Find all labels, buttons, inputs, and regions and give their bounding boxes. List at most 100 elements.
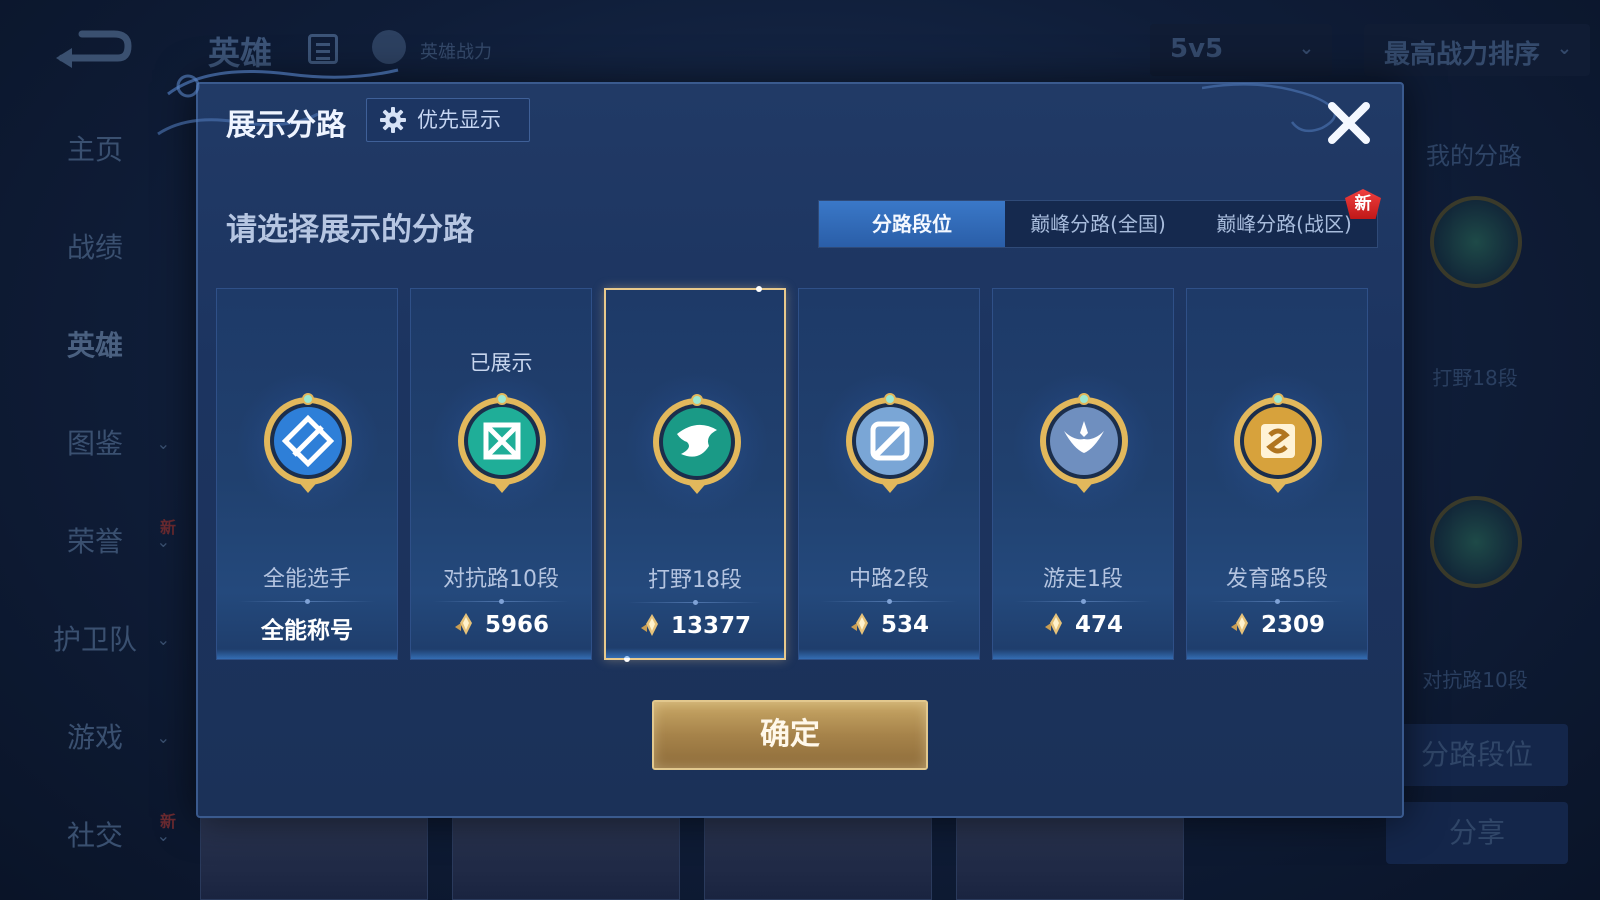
new-badge: 新 [159, 518, 176, 537]
lane-card[interactable]: 中路2段 534 [798, 288, 980, 660]
sidebar-item[interactable]: 护卫队 ⌄ [0, 610, 190, 670]
sidebar-item-label: 战绩 [66, 231, 123, 264]
priority-display-button[interactable]: 优先显示 [366, 98, 530, 142]
confirm-button[interactable]: 确定 [652, 700, 928, 770]
all-round-emblem-icon [258, 391, 358, 501]
lane-display-dialog: 展示分路 优先显示 请选择展示的分路 分路段位 巅峰分路(全国) 巅峰分路(战区) 新… [157, 68, 1404, 818]
chevron-down-icon: ⌄ [156, 630, 170, 649]
new-badge: 新 [159, 812, 176, 831]
sidebar-item-label: 护卫队 [52, 623, 137, 656]
tab-lane-2[interactable]: 巅峰分路(战区) 新 [1191, 189, 1381, 247]
lane-score: 全能称号 [217, 611, 397, 645]
lane-rank-button[interactable]: 分路段位 [1386, 724, 1568, 786]
lane-score: 534 [799, 611, 979, 645]
lane-card-list: 全能选手 全能称号 已展示 对抗路10段 5966 打野18段 13377 中路2段 534 游走… [216, 286, 1386, 662]
roam-emblem-icon [1034, 391, 1134, 501]
sidebar-item[interactable]: 荣誉 ⌄ 新 [0, 512, 190, 572]
lane-score-value: 534 [880, 612, 929, 638]
sidebar-item[interactable]: 图鉴 ⌄ [0, 414, 190, 474]
sidebar-item[interactable]: 社交 ⌄ 新 [0, 806, 190, 866]
hero-portrait[interactable] [200, 818, 428, 900]
lane-score: 474 [993, 611, 1173, 645]
share-button[interactable]: 分享 [1386, 802, 1568, 864]
jungle-emblem-icon [647, 392, 747, 502]
lane-tabs: 分路段位 巅峰分路(全国) 巅峰分路(战区) 新 [818, 189, 1381, 248]
close-icon[interactable] [1324, 98, 1374, 148]
clash-lane-emblem-icon [1430, 496, 1522, 588]
selection-dot [756, 286, 762, 292]
selection-dot [624, 656, 630, 662]
lane-name: 打野18段 [648, 568, 742, 593]
jungle-emblem-icon [1430, 196, 1522, 288]
hero-power-label[interactable]: 英雄战力 [420, 38, 492, 64]
lane-score: 13377 [606, 612, 784, 646]
sidebar-item[interactable]: 英雄 [0, 316, 190, 376]
mid-lane-emblem-icon [840, 391, 940, 501]
lane-card[interactable]: 全能选手 全能称号 [216, 288, 398, 660]
chevron-down-icon: ⌄ [1556, 38, 1572, 59]
lane-name: 发育路5段 [1226, 567, 1328, 592]
lane-card[interactable]: 发育路5段 2309 [1186, 288, 1368, 660]
divider [239, 599, 375, 604]
lane-name: 游走1段 [1043, 567, 1123, 592]
tab-lane-0[interactable]: 分路段位 [819, 201, 1005, 247]
sort-select[interactable]: 最高战力排序 ⌄ [1364, 24, 1590, 76]
dialog-title: 展示分路 [226, 108, 346, 143]
sidebar-item[interactable]: 战绩 [0, 218, 190, 278]
my-lane-label: 打野18段 [1432, 366, 1518, 390]
back-arrow-icon[interactable] [52, 26, 132, 70]
tab-label: 巅峰分路(全国) [1030, 212, 1166, 236]
lane-card[interactable]: 打野18段 13377 [604, 286, 786, 662]
select-prompt: 请选择展示的分路 [226, 212, 474, 248]
chevron-down-icon: ⌄ [156, 434, 170, 453]
divider [1209, 599, 1345, 604]
sidebar-item[interactable]: 游戏 ⌄ [0, 708, 190, 768]
lane-name: 中路2段 [849, 567, 929, 592]
hero-portrait[interactable] [704, 818, 932, 900]
hero-power-icon [372, 30, 406, 64]
sidebar-item[interactable]: 主页 [0, 120, 190, 180]
my-lanes-header: 我的分路 [1426, 142, 1522, 170]
hero-portrait[interactable] [452, 818, 680, 900]
hero-portrait[interactable] [956, 818, 1184, 900]
divider [821, 599, 957, 604]
lane-points-icon [849, 611, 875, 637]
lane-score: 5966 [411, 611, 591, 645]
lane-score-value: 13377 [670, 613, 752, 639]
tab-label: 巅峰分路(战区) [1216, 212, 1352, 236]
priority-display-label: 优先显示 [417, 108, 501, 132]
clash-lane-emblem-icon [452, 391, 552, 501]
lane-score-value: 5966 [484, 612, 549, 638]
lane-card[interactable]: 已展示 对抗路10段 5966 [410, 288, 592, 660]
mode-select-value: 5v5 [1170, 34, 1224, 64]
lane-score: 2309 [1187, 611, 1367, 645]
divider [433, 599, 569, 604]
lane-points-icon [1229, 611, 1255, 637]
lane-points-icon [1043, 611, 1069, 637]
mode-select[interactable]: 5v5 ⌄ [1150, 24, 1332, 76]
lane-card[interactable]: 游走1段 474 [992, 288, 1174, 660]
lane-name: 对抗路10段 [443, 567, 559, 592]
lane-name: 全能选手 [262, 567, 351, 592]
page-title: 英雄 [208, 34, 273, 72]
lane-score-value: 2309 [1260, 612, 1325, 638]
list-icon[interactable] [308, 34, 338, 64]
lane-points-icon [453, 611, 479, 637]
gear-icon [380, 107, 406, 133]
sidebar-item-label: 社交 [66, 819, 123, 852]
lane-score-value: 全能称号 [261, 618, 353, 644]
sidebar-item-label: 游戏 [66, 721, 123, 754]
sidebar: 主页 战绩 英雄 图鉴 ⌄ 荣誉 ⌄ 新护卫队 ⌄ 游戏 ⌄ 社交 ⌄ 新 [0, 100, 190, 900]
chevron-down-icon: ⌄ [1298, 38, 1314, 59]
lane-score-value: 474 [1074, 612, 1123, 638]
my-lanes-panel: 我的分路 打野18段 对抗路10段 分路段位 分享 [1386, 100, 1600, 900]
sidebar-item-label: 图鉴 [66, 427, 123, 460]
chevron-down-icon: ⌄ [156, 728, 170, 747]
my-lane-label: 对抗路10段 [1422, 668, 1528, 692]
sidebar-item-label: 荣誉 [66, 525, 123, 558]
tab-lane-1[interactable]: 巅峰分路(全国) [1005, 201, 1191, 247]
new-badge: 新 [1345, 189, 1381, 219]
tab-label: 分路段位 [872, 212, 952, 236]
sidebar-item-label: 主页 [66, 133, 123, 166]
divider [628, 600, 762, 605]
